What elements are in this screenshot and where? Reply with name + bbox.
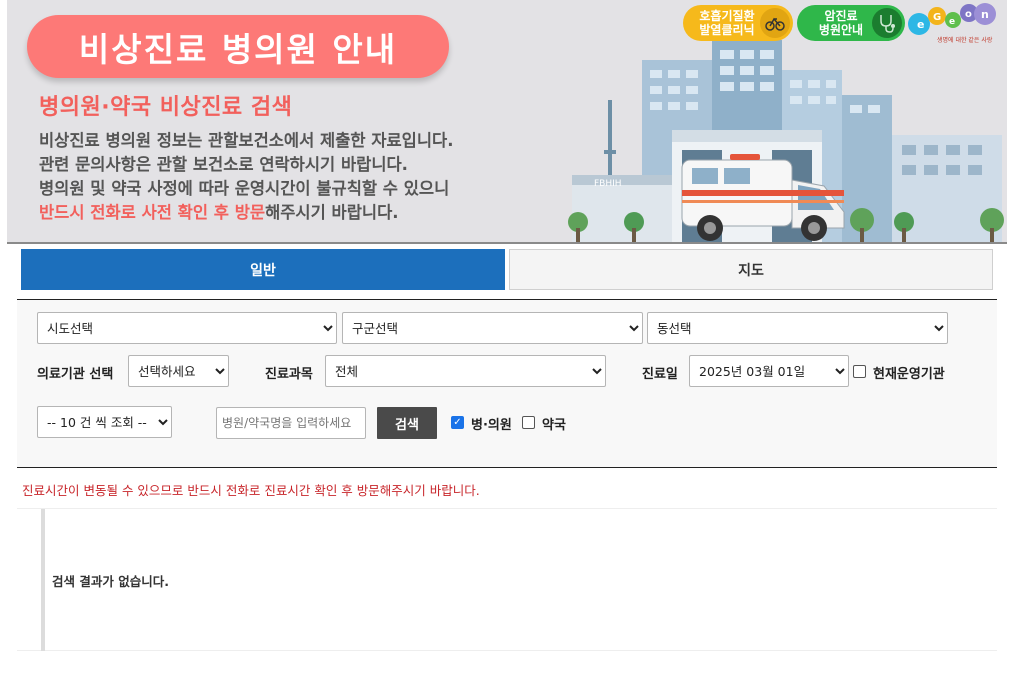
page-size-select[interactable]: -- 10 건 씩 조회 -- xyxy=(37,406,172,438)
hospital-label: 병·의원 xyxy=(471,418,512,433)
building-sign: FBHIH xyxy=(594,179,622,189)
banner-line-1: 비상진료 병의원 정보는 관할보건소에서 제출한 자료입니다. xyxy=(39,131,454,150)
svg-text:e: e xyxy=(917,18,924,31)
banner-line-3: 병의원 및 약국 사정에 따라 운영시간이 불규칙할 수 있으니 xyxy=(39,179,450,198)
date-select[interactable]: 2025년 03월 01일 xyxy=(689,355,849,387)
department-select[interactable]: 전체 xyxy=(325,355,606,387)
cancer-badge-text: 암진료 병원안내 xyxy=(818,9,864,37)
tab-general[interactable]: 일반 xyxy=(21,249,505,290)
tab-map[interactable]: 지도 xyxy=(509,249,993,290)
svg-text:G: G xyxy=(933,12,941,23)
banner-description: 비상진료 병의원 정보는 관할보건소에서 제출한 자료입니다. 관련 문의사항은… xyxy=(39,129,454,225)
hospital-checkbox[interactable] xyxy=(451,416,464,429)
open-now-checkbox[interactable] xyxy=(853,365,866,378)
respiratory-fever-clinic-button[interactable]: 호흡기질환 발열클리닉 xyxy=(683,5,793,41)
hospital-ambulance-illustration: FBHIH xyxy=(568,40,1004,242)
institution-type-select[interactable]: 선택하세요 xyxy=(128,355,229,387)
page: 비상진료 병의원 안내 병의원·약국 비상진료 검색 비상진료 병의원 정보는 … xyxy=(0,0,1032,685)
search-button[interactable]: 검색 xyxy=(377,407,437,439)
gugun-select[interactable]: 구군선택 xyxy=(342,312,643,344)
svg-text:o: o xyxy=(965,9,972,20)
banner-line-4: 반드시 전화로 사전 확인 후 방문해주시기 바랍니다. xyxy=(39,201,454,225)
empty-result-message: 검색 결과가 없습니다. xyxy=(52,574,169,589)
svg-text:e: e xyxy=(949,17,955,27)
institution-type-label: 의료기관 선택 xyxy=(37,367,114,382)
hero-banner: 비상진료 병의원 안내 병의원·약국 비상진료 검색 비상진료 병의원 정보는 … xyxy=(7,0,1007,244)
banner-subtitle: 병의원·약국 비상진료 검색 xyxy=(39,95,293,120)
logo-tagline: 생명에 대한 같은 사랑 xyxy=(937,36,993,44)
visit-notice: 진료시간이 변동될 수 있으므로 반드시 전화로 진료시간 확인 후 방문해주시… xyxy=(22,483,480,498)
pharmacy-label: 약국 xyxy=(542,418,566,433)
svg-text:n: n xyxy=(981,8,989,21)
search-filter-panel: 시도선택 구군선택 동선택 의료기관 선택 선택하세요 진료과목 전체 진료일 … xyxy=(17,299,997,468)
cancer-hospital-guide-button[interactable]: 암진료 병원안내 xyxy=(797,5,905,41)
result-accent-bar xyxy=(41,509,45,651)
pharmacy-checkbox[interactable] xyxy=(522,416,535,429)
banner-title: 비상진료 병의원 안내 xyxy=(27,15,449,78)
banner-line-2: 관련 문의사항은 관할 보건소로 연락하시기 바랍니다. xyxy=(39,155,408,174)
search-input[interactable] xyxy=(216,407,366,439)
respiratory-badge-text: 호흡기질환 발열클리닉 xyxy=(699,9,755,37)
date-label: 진료일 xyxy=(642,367,678,382)
bicycle-icon xyxy=(760,8,790,38)
egeon-logo: e G e o n 생명에 대한 같은 사랑 xyxy=(908,3,996,44)
banner-line-4-highlight: 반드시 전화로 사전 확인 후 방문 xyxy=(39,203,266,222)
search-results: 검색 결과가 없습니다. xyxy=(17,508,997,651)
banner-line-4-rest: 해주시기 바랍니다. xyxy=(265,203,399,222)
open-now-label: 현재운영기관 xyxy=(873,367,945,382)
stethoscope-icon xyxy=(872,8,902,38)
sido-select[interactable]: 시도선택 xyxy=(37,312,337,344)
dong-select[interactable]: 동선택 xyxy=(647,312,948,344)
department-label: 진료과목 xyxy=(265,367,313,382)
